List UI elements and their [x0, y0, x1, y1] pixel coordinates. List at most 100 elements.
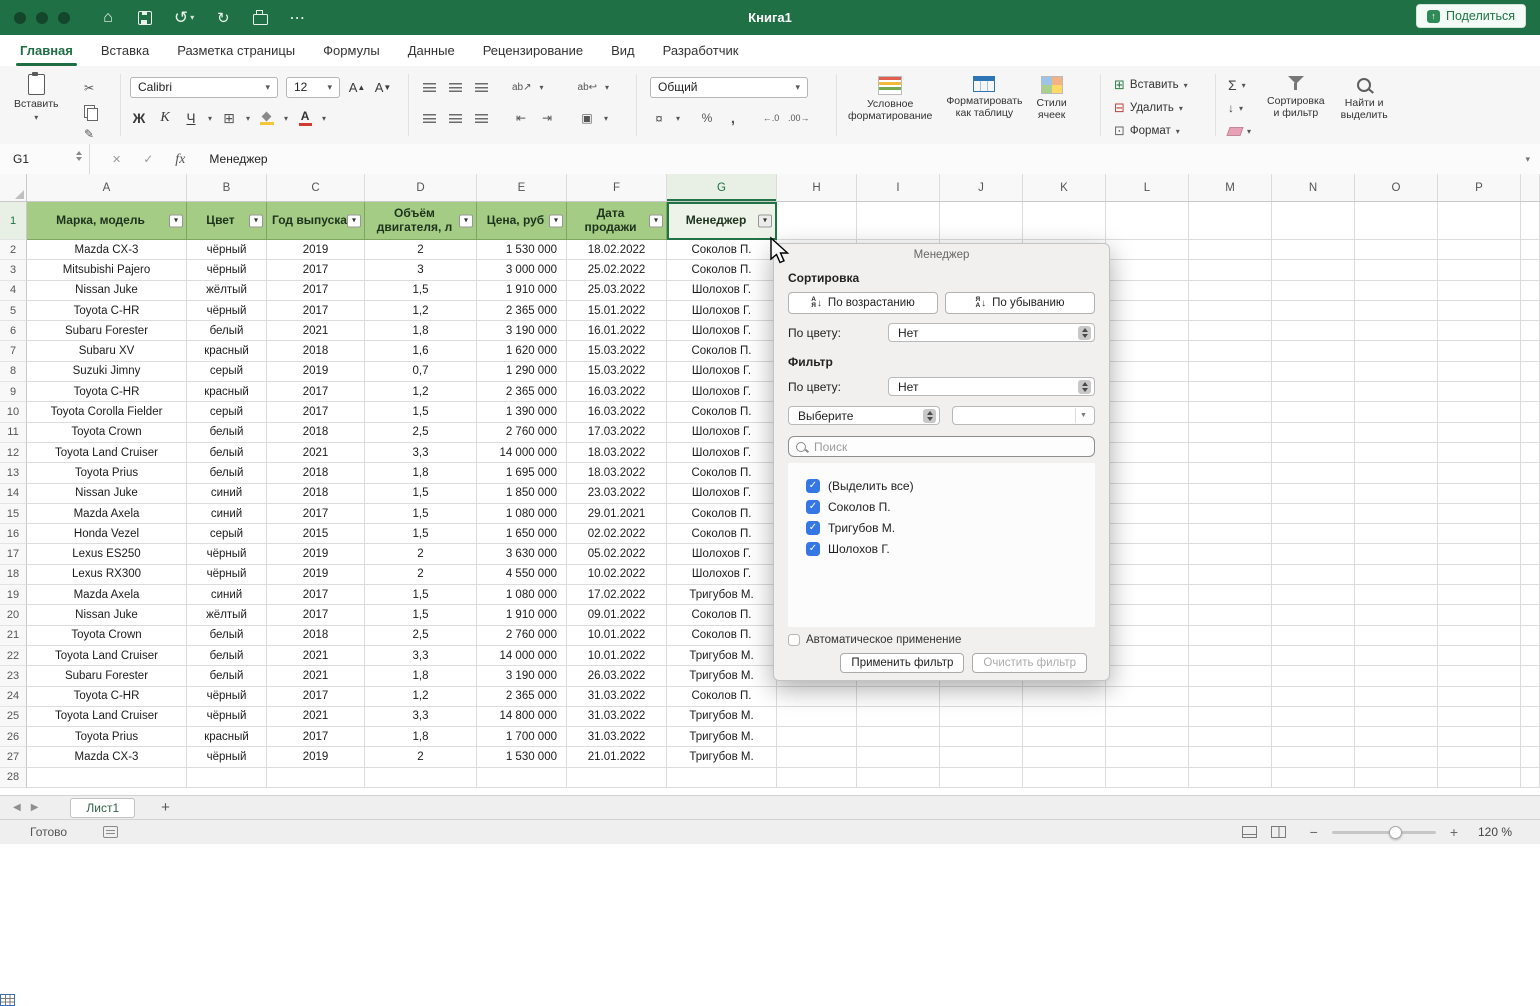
grid-cell[interactable]: 1 620 000 [477, 341, 567, 361]
grid-cell[interactable]: 1,5 [365, 484, 477, 504]
bold-button[interactable]: Ж [130, 108, 148, 128]
grid-cell[interactable]: белый [187, 646, 267, 666]
row-number-13[interactable]: 13 [0, 463, 27, 483]
filter-button-col-D[interactable] [459, 214, 473, 227]
grid-cell[interactable] [1106, 463, 1189, 483]
grid-cell[interactable]: 1,2 [365, 687, 477, 707]
grid-cell[interactable] [1106, 504, 1189, 524]
grid-cell[interactable]: Mazda CX-3 [27, 747, 187, 767]
grid-cell[interactable] [1272, 768, 1355, 788]
name-box[interactable]: G1 [0, 144, 90, 174]
select-all-corner[interactable] [0, 174, 27, 201]
row-number-17[interactable]: 17 [0, 544, 27, 564]
font-name-select[interactable]: Calibri [130, 77, 278, 98]
row-number-26[interactable]: 26 [0, 727, 27, 747]
grid-cell[interactable]: белый [187, 626, 267, 646]
grid-cell[interactable]: чёрный [187, 747, 267, 767]
grid-cell[interactable]: Subaru Forester [27, 666, 187, 686]
filter-item-checkbox[interactable] [806, 479, 820, 493]
grid-cell[interactable] [777, 687, 857, 707]
grid-cell[interactable]: Соколов П. [667, 687, 777, 707]
zoom-out-button[interactable] [1310, 824, 1318, 840]
grid-cell[interactable] [1272, 626, 1355, 646]
grid-cell[interactable] [365, 768, 477, 788]
normal-view-icon[interactable] [0, 994, 15, 1006]
grid-cell[interactable]: Шолохов Г. [667, 362, 777, 382]
grid-cell[interactable]: 26.03.2022 [567, 666, 667, 686]
grid-cell[interactable]: Тригубов М. [667, 646, 777, 666]
sort-ascending-button[interactable]: По возрастанию [788, 292, 938, 314]
grid-cell[interactable]: серый [187, 524, 267, 544]
grid-cell[interactable]: 2 [365, 565, 477, 585]
sheet-tab-list1[interactable]: Лист1 [70, 798, 135, 818]
column-header-A[interactable]: A [27, 174, 187, 201]
prev-sheet-icon[interactable] [13, 802, 21, 813]
grid-cell[interactable]: 2017 [267, 281, 365, 301]
column-header-I[interactable]: I [857, 174, 940, 201]
paste-button[interactable]: Вставить [14, 74, 59, 122]
grid-cell[interactable]: 2017 [267, 301, 365, 321]
grid-cell[interactable] [1521, 463, 1540, 483]
grid-cell[interactable] [857, 687, 940, 707]
row-number-2[interactable]: 2 [0, 240, 27, 260]
grid-cell[interactable]: жёлтый [187, 605, 267, 625]
grid-cell[interactable]: Mitsubishi Pajero [27, 260, 187, 280]
grid-cell[interactable] [777, 202, 857, 240]
sort-descending-button[interactable]: По убыванию [945, 292, 1095, 314]
grid-cell[interactable] [27, 768, 187, 788]
grid-cell[interactable] [1438, 382, 1521, 402]
grid-cell[interactable]: Тригубов М. [667, 666, 777, 686]
close-window-button[interactable] [14, 12, 26, 24]
grid-cell[interactable]: 3 [365, 260, 477, 280]
auto-apply-row[interactable]: Автоматическое применение [788, 634, 1095, 646]
number-format-select[interactable]: Общий [650, 77, 808, 98]
grid-cell[interactable] [1272, 605, 1355, 625]
grid-cell[interactable]: 1,2 [365, 382, 477, 402]
clear-filter-button[interactable]: Очистить фильтр [972, 653, 1087, 673]
grid-cell[interactable]: 3,3 [365, 646, 477, 666]
tab-3[interactable]: Разметка страницы [163, 35, 309, 66]
grid-cell[interactable] [1438, 747, 1521, 767]
row-number-10[interactable]: 10 [0, 402, 27, 422]
grid-cell[interactable] [1521, 341, 1540, 361]
grid-cell[interactable] [1438, 727, 1521, 747]
filter-item-checkbox[interactable] [806, 542, 820, 556]
next-sheet-icon[interactable] [31, 802, 39, 813]
grid-cell[interactable]: чёрный [187, 565, 267, 585]
grid-cell[interactable] [1189, 707, 1272, 727]
grid-cell[interactable] [940, 768, 1023, 788]
grid-cell[interactable] [1521, 260, 1540, 280]
auto-apply-checkbox[interactable] [788, 634, 800, 646]
grid-cell[interactable]: Соколов П. [667, 463, 777, 483]
grid-cell[interactable] [1521, 646, 1540, 666]
grid-cell[interactable]: 1,5 [365, 524, 477, 544]
tab-6[interactable]: Рецензирование [469, 35, 597, 66]
column-header-G[interactable]: G [667, 174, 777, 201]
grid-cell[interactable]: Шолохов Г. [667, 565, 777, 585]
grid-cell[interactable]: 14 000 000 [477, 443, 567, 463]
grid-cell[interactable] [1521, 382, 1540, 402]
row-number-7[interactable]: 7 [0, 341, 27, 361]
filter-search-box[interactable] [788, 436, 1095, 457]
grid-cell[interactable] [1355, 504, 1438, 524]
grid-cell[interactable]: Toyota Crown [27, 423, 187, 443]
grid-cell[interactable]: 10.01.2022 [567, 646, 667, 666]
grid-cell[interactable] [1438, 585, 1521, 605]
grid-cell[interactable] [1438, 504, 1521, 524]
grid-cell[interactable]: Toyota Crown [27, 626, 187, 646]
grid-cell[interactable]: 2 760 000 [477, 423, 567, 443]
grid-cell[interactable] [1438, 443, 1521, 463]
grid-cell[interactable]: красный [187, 727, 267, 747]
grid-cell[interactable]: 2019 [267, 240, 365, 260]
column-header-O[interactable]: O [1355, 174, 1438, 201]
cancel-entry-icon[interactable] [112, 150, 121, 168]
grid-cell[interactable] [1189, 484, 1272, 504]
filter-button-col-F[interactable] [649, 214, 663, 227]
grid-cell[interactable] [1521, 484, 1540, 504]
grid-cell[interactable] [1438, 524, 1521, 544]
grid-cell[interactable] [1272, 585, 1355, 605]
redo-button[interactable] [215, 9, 231, 27]
grid-cell[interactable] [477, 768, 567, 788]
grid-cell[interactable] [857, 707, 940, 727]
increase-decimal-button[interactable] [762, 108, 780, 128]
